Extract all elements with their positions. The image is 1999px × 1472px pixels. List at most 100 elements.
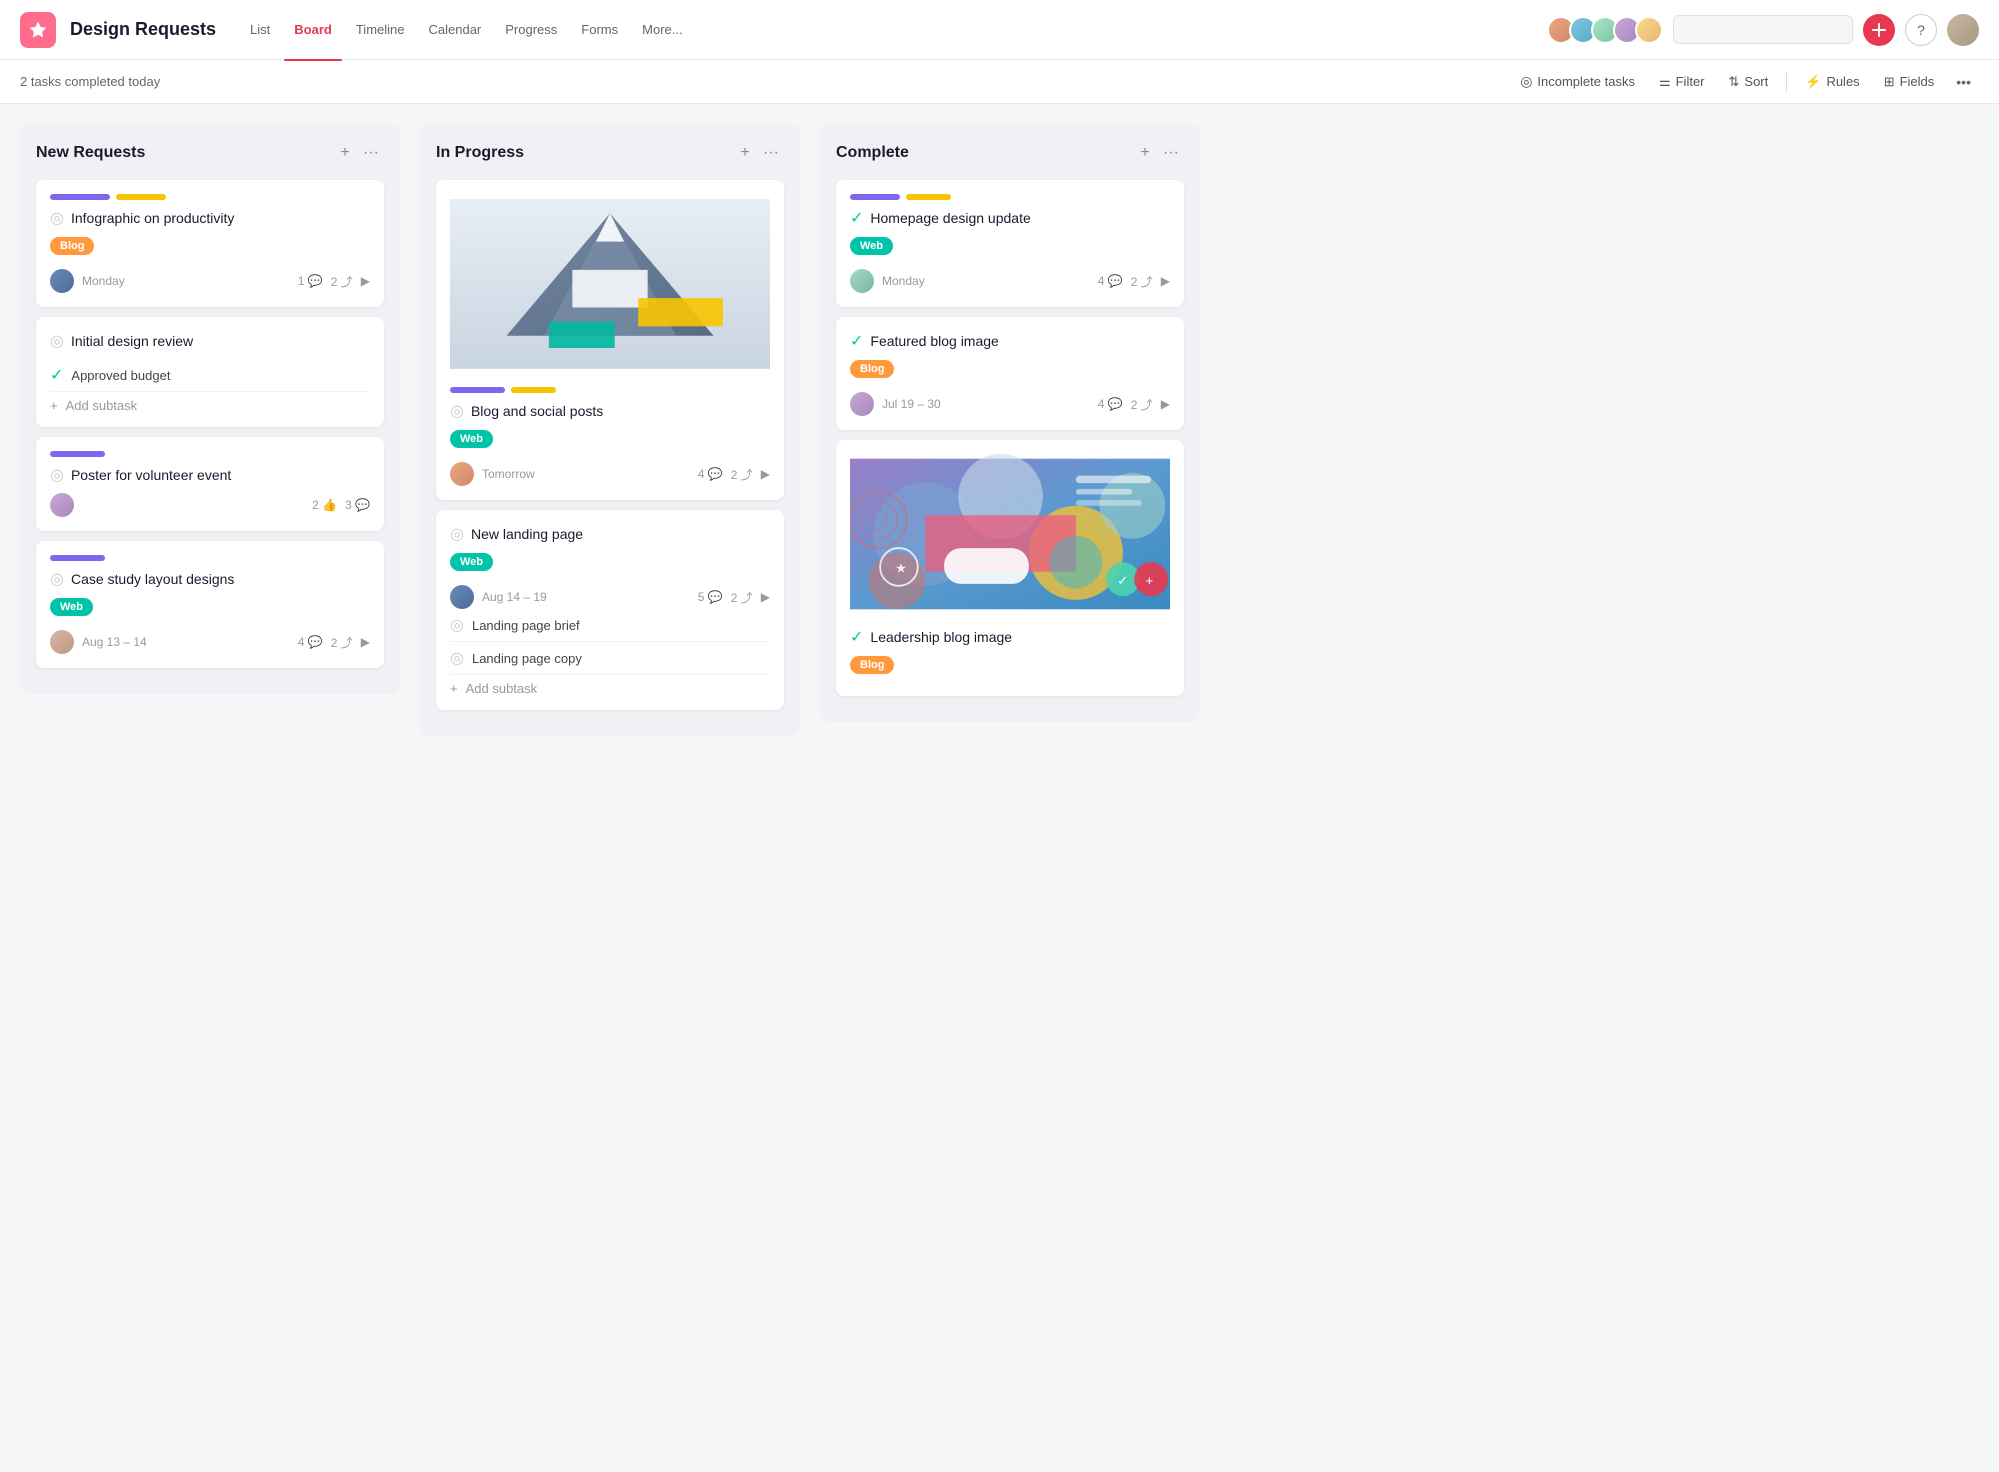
incomplete-tasks-button[interactable]: ◎ Incomplete tasks <box>1510 68 1645 95</box>
card-title-text-homepage: Homepage design update <box>870 210 1030 226</box>
meta-arrow-landing[interactable]: ▶ <box>761 590 770 604</box>
subtask-landing-copy: ◎ Landing page copy <box>450 642 770 675</box>
rules-icon: ⚡ <box>1805 74 1821 90</box>
card-meta-poster: 2 👍 3 💬 <box>312 498 370 512</box>
column-title-new-requests: New Requests <box>36 144 332 162</box>
check-icon-copy: ◎ <box>450 648 464 668</box>
meta-arrow-featured-blog[interactable]: ▶ <box>1161 397 1170 411</box>
search-input[interactable] <box>1673 15 1853 44</box>
tasks-completed-text: 2 tasks completed today <box>20 74 1494 89</box>
check-icon-brief: ◎ <box>450 615 464 635</box>
app-header: Design Requests List Board Timeline Cale… <box>0 0 1999 60</box>
meta-subtasks-featured-blog: 2 ⤴ <box>1131 396 1153 413</box>
card-meta-blog-social: 4 💬 2 ⤴ ▶ <box>698 466 770 483</box>
card-footer-infographic: Monday 1 💬 2 ⤴ ▶ <box>50 269 370 293</box>
card-initial-design: ◎ Initial design review ✓ Approved budge… <box>36 317 384 427</box>
fields-label: Fields <box>1900 74 1935 89</box>
incomplete-tasks-label: Incomplete tasks <box>1537 74 1635 89</box>
meta-arrow-infographic[interactable]: ▶ <box>361 274 370 288</box>
tag-purple-blog-social <box>450 387 505 393</box>
app-title: Design Requests <box>70 19 216 40</box>
badge-blog-featured[interactable]: Blog <box>850 360 894 378</box>
card-avatar-homepage <box>850 269 874 293</box>
filter-button[interactable]: ⚌ Filter <box>1649 69 1715 95</box>
badge-web-case-study[interactable]: Web <box>50 598 93 616</box>
filter-label: Filter <box>1676 74 1705 89</box>
toolbar-right: ◎ Incomplete tasks ⚌ Filter ⇅ Sort ⚡ Rul… <box>1510 68 1979 95</box>
tag-purple <box>50 194 110 200</box>
avatar-5[interactable] <box>1635 16 1663 44</box>
subtask-text-copy: Landing page copy <box>472 651 582 666</box>
card-title-infographic: ◎ Infographic on productivity <box>50 208 370 228</box>
add-subtask-landing[interactable]: + Add subtask <box>450 681 770 696</box>
card-title-text-featured-blog: Featured blog image <box>870 333 998 349</box>
check-icon-landing: ◎ <box>450 524 464 544</box>
nav-tab-board[interactable]: Board <box>284 16 342 43</box>
add-subtask-label-landing: Add subtask <box>466 681 538 696</box>
column-more-new-requests[interactable]: ··· <box>358 140 384 166</box>
svg-text:✓: ✓ <box>1117 573 1128 588</box>
column-more-complete[interactable]: ··· <box>1158 140 1184 166</box>
card-footer-poster: 2 👍 3 💬 <box>50 493 370 517</box>
card-tags-blog-social <box>450 387 770 393</box>
meta-subtasks-homepage: 2 ⤴ <box>1131 273 1153 290</box>
add-subtask-initial-design[interactable]: + Add subtask <box>50 398 370 413</box>
meta-comments-blog-social: 4 💬 <box>698 467 723 481</box>
card-title-text-leadership: Leadership blog image <box>870 629 1012 645</box>
subtask-text-approved-budget: Approved budget <box>71 368 170 383</box>
card-title-case-study: ◎ Case study layout designs <box>50 569 370 589</box>
badge-web-blog-social[interactable]: Web <box>450 430 493 448</box>
meta-arrow-homepage[interactable]: ▶ <box>1161 274 1170 288</box>
nav-tabs: List Board Timeline Calendar Progress Fo… <box>240 16 1547 43</box>
badge-web-homepage[interactable]: Web <box>850 237 893 255</box>
column-more-in-progress[interactable]: ··· <box>758 140 784 166</box>
meta-comments-featured-blog: 4 💬 <box>1098 397 1123 411</box>
sort-button[interactable]: ⇅ Sort <box>1719 69 1779 95</box>
card-date-landing: Aug 14 – 19 <box>482 590 690 604</box>
card-meta-case-study: 4 💬 2 ⤴ ▶ <box>298 634 370 651</box>
badge-web-landing[interactable]: Web <box>450 553 493 571</box>
meta-arrow-blog-social[interactable]: ▶ <box>761 467 770 481</box>
column-add-in-progress[interactable]: + <box>732 140 758 166</box>
user-avatar[interactable] <box>1947 14 1979 46</box>
card-footer-case-study: Aug 13 – 14 4 💬 2 ⤴ ▶ <box>50 630 370 654</box>
team-avatars <box>1547 16 1663 44</box>
check-done-homepage: ✓ <box>850 208 863 228</box>
nav-tab-progress[interactable]: Progress <box>495 16 567 43</box>
nav-tab-calendar[interactable]: Calendar <box>419 16 492 43</box>
meta-comments-landing: 5 💬 <box>698 590 723 604</box>
meta-arrow-case-study[interactable]: ▶ <box>361 635 370 649</box>
column-add-new-requests[interactable]: + <box>332 140 358 166</box>
help-button[interactable]: ? <box>1905 14 1937 46</box>
meta-comments-case-study: 4 💬 <box>298 635 323 649</box>
card-homepage: ✓ Homepage design update Web Monday 4 💬 … <box>836 180 1184 307</box>
badge-blog-infographic[interactable]: Blog <box>50 237 94 255</box>
add-subtask-icon: + <box>50 398 58 413</box>
card-leadership-blog: ★ ✓ + <box>836 440 1184 696</box>
nav-tab-list[interactable]: List <box>240 16 280 43</box>
badge-blog-leadership[interactable]: Blog <box>850 656 894 674</box>
card-footer-homepage: Monday 4 💬 2 ⤴ ▶ <box>850 269 1170 293</box>
more-options-button[interactable]: ••• <box>1948 69 1979 95</box>
nav-tab-more[interactable]: More... <box>632 16 692 43</box>
meta-subtasks-landing: 2 ⤴ <box>731 589 753 606</box>
card-title-text-blog-social: Blog and social posts <box>471 403 603 419</box>
column-header-complete: Complete + ··· <box>836 140 1184 166</box>
add-button[interactable] <box>1863 14 1895 46</box>
rules-button[interactable]: ⚡ Rules <box>1795 69 1869 95</box>
check-done-leadership: ✓ <box>850 627 863 647</box>
nav-tab-forms[interactable]: Forms <box>571 16 628 43</box>
check-icon-poster: ◎ <box>50 465 64 485</box>
card-meta-homepage: 4 💬 2 ⤴ ▶ <box>1098 273 1170 290</box>
subtask-landing-brief: ◎ Landing page brief <box>450 609 770 642</box>
card-meta-featured-blog: 4 💬 2 ⤴ ▶ <box>1098 396 1170 413</box>
fields-button[interactable]: ⊞ Fields <box>1874 69 1945 95</box>
meta-comments-poster: 3 💬 <box>345 498 370 512</box>
header-right: 🔍 ? <box>1547 14 1979 46</box>
column-add-complete[interactable]: + <box>1132 140 1158 166</box>
sort-icon: ⇅ <box>1729 74 1740 90</box>
card-avatar-featured-blog <box>850 392 874 416</box>
nav-tab-timeline[interactable]: Timeline <box>346 16 415 43</box>
card-featured-blog: ✓ Featured blog image Blog Jul 19 – 30 4… <box>836 317 1184 430</box>
card-title-text-landing: New landing page <box>471 526 583 542</box>
